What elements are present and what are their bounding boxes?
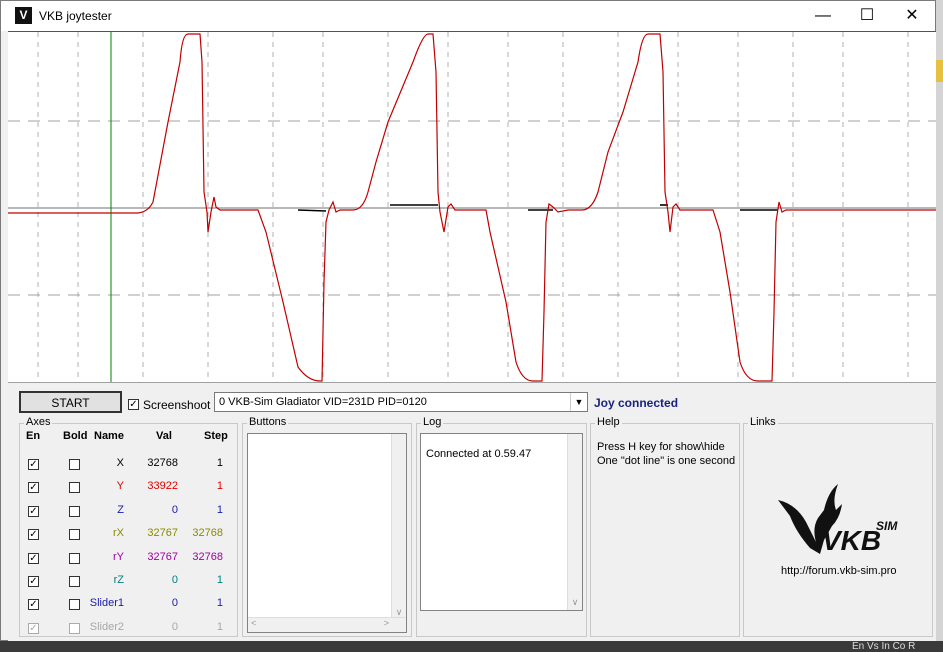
axis-step: 32768 (192, 550, 223, 563)
chevron-down-icon[interactable]: ▼ (570, 393, 587, 411)
title-bar: V VKB joytester — ☐ ✕ (1, 1, 935, 31)
app-window: V VKB joytester — ☐ ✕ START ✓ Screenshoo… (0, 0, 936, 641)
header-name: Name (94, 430, 124, 442)
header-val: Val (156, 430, 172, 442)
connection-status: Joy connected (594, 396, 679, 410)
help-line-2: One "dot line" is one second (597, 455, 736, 467)
axis-step: 1 (216, 480, 223, 493)
desktop-background (936, 0, 943, 652)
buttons-group: Buttons ∨ < > (242, 416, 412, 637)
start-button[interactable]: START (19, 391, 122, 413)
axes-group-label: Axes (24, 416, 53, 428)
app-logo-icon: V (15, 7, 32, 24)
buttons-list[interactable]: ∨ < > (247, 433, 407, 633)
logo-superscript: SIM (876, 519, 898, 533)
window-title: VKB joytester (39, 9, 112, 23)
help-group-label: Help (595, 416, 622, 428)
taskbar: En Vs In Co R (0, 641, 943, 652)
header-step: Step (204, 430, 228, 442)
forum-link[interactable]: http://forum.vkb-sim.pro (781, 565, 897, 577)
help-text: Press H key for show\hide One "dot line"… (597, 440, 735, 468)
buttons-vertical-scrollbar[interactable]: ∨ (391, 434, 406, 618)
help-line-1: Press H key for show\hide (597, 441, 725, 453)
close-button[interactable]: ✕ (889, 1, 935, 31)
log-entry: Connected at 0.59.47 (426, 448, 532, 460)
axis-step: 1 (216, 574, 223, 586)
links-group: Links VKB SIM http://forum.vkb-sim.pro (743, 416, 933, 637)
log-group-label: Log (421, 416, 444, 428)
axis-step: 1 (216, 457, 223, 469)
buttons-group-label: Buttons (247, 416, 289, 428)
axis-trace-graph (8, 32, 936, 383)
header-bold: Bold (63, 430, 88, 442)
device-select-value: 0 VKB-Sim Gladiator VID=231D PID=0120 (219, 396, 427, 408)
desktop-icon (936, 60, 943, 82)
screenshot-label: Screenshoot (143, 398, 211, 412)
taskbar-text: En Vs In Co R (852, 641, 916, 652)
axis-plot-area (8, 31, 936, 383)
minimize-button[interactable]: — (800, 1, 846, 31)
axis-step: 1 (216, 597, 223, 610)
log-vertical-scrollbar[interactable]: ∨ (567, 434, 582, 610)
eagle-logo-icon: VKB SIM (778, 484, 898, 556)
log-textbox[interactable]: Connected at 0.59.47 ∨ (420, 433, 583, 611)
device-select[interactable]: 0 VKB-Sim Gladiator VID=231D PID=0120 ▼ (214, 392, 588, 412)
help-group: Help Press H key for show\hide One "dot … (590, 416, 740, 637)
log-group: Log Connected at 0.59.47 ∨ (416, 416, 587, 637)
axis-step: 32768 (192, 527, 223, 540)
screenshot-checkbox[interactable]: ✓ (128, 399, 139, 410)
header-en: En (26, 430, 41, 442)
buttons-horizontal-scrollbar[interactable]: < > (248, 617, 406, 632)
links-group-label: Links (748, 416, 778, 428)
vkb-logo: VKB SIM (776, 482, 906, 562)
logo-text: VKB (822, 525, 881, 556)
axis-step: 1 (216, 503, 223, 516)
control-panel: START ✓ Screenshoot 0 VKB-Sim Gladiator … (8, 382, 936, 641)
axes-group: Axes En Bold Name Val Step ✓ X 32768 1 ✓ Y 339… (19, 416, 238, 637)
maximize-button[interactable]: ☐ (844, 1, 890, 31)
axis-step: 1 (216, 620, 223, 633)
